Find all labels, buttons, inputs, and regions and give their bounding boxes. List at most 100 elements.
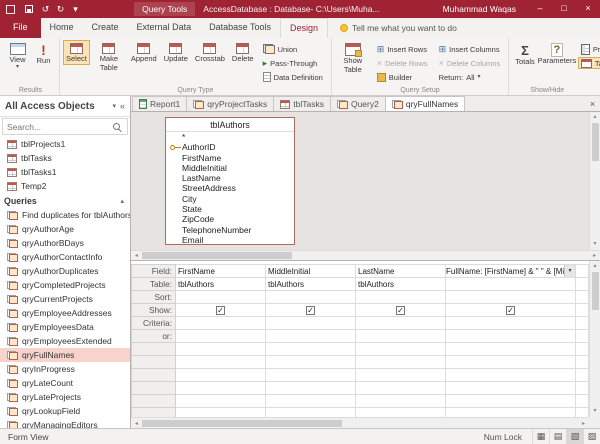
sidebar-item-qryLateCount[interactable]: qryLateCount [0, 376, 130, 390]
grid-empty-cell[interactable] [176, 382, 266, 395]
doc-tab-report1[interactable]: Report1 [132, 96, 187, 111]
field-cell-expression[interactable]: FullName: [FirstName] & " " & [MiddleIni… [446, 265, 576, 278]
field-item-zipcode[interactable]: ZipCode [166, 214, 294, 224]
scroll-up-icon[interactable]: ▴ [593, 112, 596, 123]
sort-cell[interactable] [266, 291, 356, 304]
field-cell[interactable]: MiddleInitial [266, 265, 356, 278]
nav-group-queries[interactable]: Queries▴ [0, 193, 130, 208]
delete-query-button[interactable]: Delete [229, 40, 257, 65]
show-cell[interactable]: ✓ [446, 304, 576, 317]
grid-empty-cell[interactable] [576, 356, 589, 369]
run-button[interactable]: ! Run [31, 40, 56, 67]
field-item-state[interactable]: State [166, 204, 294, 214]
parameters-button[interactable]: ? Parameters [539, 40, 575, 67]
sidebar-item-qryManagingEditors[interactable]: qryManagingEditors [0, 418, 130, 428]
grid-empty-cell[interactable] [576, 343, 589, 356]
grid-empty-cell[interactable] [356, 343, 446, 356]
view-dropdown-icon[interactable]: ▾ [16, 65, 19, 70]
sidebar-item-qryEmployeesExtended[interactable]: qryEmployeesExtended [0, 334, 130, 348]
field-item-telephonenumber[interactable]: TelephoneNumber [166, 225, 294, 235]
field-dropdown-icon[interactable]: ▾ [564, 265, 575, 277]
grid-empty-cell[interactable] [266, 343, 356, 356]
grid-empty-cell[interactable] [266, 408, 356, 418]
grid-empty-cell[interactable] [446, 408, 576, 418]
insert-columns-button[interactable]: ⊞ Insert Columns [436, 43, 504, 55]
scroll-right-icon[interactable]: ▸ [589, 252, 600, 259]
grid-empty-cell[interactable] [446, 382, 576, 395]
or-cell[interactable] [176, 330, 266, 343]
grid-empty-cell[interactable] [356, 395, 446, 408]
grid-empty-cell[interactable] [576, 369, 589, 382]
grid-empty-cell[interactable] [266, 395, 356, 408]
sidebar-item-qryLateProjects[interactable]: qryLateProjects [0, 390, 130, 404]
show-cell[interactable]: ✓ [176, 304, 266, 317]
grid-empty-cell[interactable] [356, 369, 446, 382]
field-item-city[interactable]: City [166, 194, 294, 204]
criteria-cell[interactable] [446, 317, 576, 330]
return-dropdown-icon[interactable]: ▾ [478, 75, 481, 80]
insert-rows-button[interactable]: ⊞ Insert Rows [374, 43, 431, 55]
show-checkbox[interactable]: ✓ [216, 306, 225, 315]
show-cell[interactable]: ✓ [356, 304, 446, 317]
builder-button[interactable]: Builder [374, 71, 431, 83]
scroll-up-icon[interactable]: ▴ [593, 261, 596, 272]
delete-columns-button[interactable]: × Delete Columns [436, 57, 504, 69]
grid-empty-cell[interactable] [576, 395, 589, 408]
sidebar-item-Temp2[interactable]: Temp2 [0, 179, 130, 193]
show-checkbox[interactable]: ✓ [306, 306, 315, 315]
grid-empty-cell[interactable] [446, 343, 576, 356]
scroll-down-icon[interactable]: ▾ [593, 406, 596, 417]
sql-view-button[interactable]: ▤ [549, 429, 566, 444]
field-cell-empty[interactable] [576, 265, 589, 278]
nav-search-box[interactable] [2, 118, 128, 135]
scroll-right-icon[interactable]: ▸ [578, 420, 589, 427]
grid-empty-cell[interactable] [266, 382, 356, 395]
search-input[interactable] [3, 122, 111, 132]
doc-tab-qryProjectTasks[interactable]: qryProjectTasks [186, 96, 274, 111]
show-checkbox[interactable]: ✓ [506, 306, 515, 315]
grid-vertical-scrollbar[interactable]: ▴ ▾ [589, 261, 600, 417]
grid-empty-cell[interactable] [176, 369, 266, 382]
union-button[interactable]: Union [260, 43, 326, 55]
scroll-left-icon[interactable]: ◂ [131, 420, 142, 427]
grid-empty-cell[interactable] [446, 356, 576, 369]
update-button[interactable]: Update [161, 40, 191, 65]
doc-tab-query2[interactable]: Query2 [330, 96, 386, 111]
save-button[interactable] [25, 5, 33, 13]
sort-cell[interactable] [176, 291, 266, 304]
table-names-button[interactable]: Table Names [578, 57, 600, 69]
sidebar-item-tblTasks[interactable]: tblTasks [0, 151, 130, 165]
maximize-button[interactable]: □ [552, 0, 576, 18]
nav-pane-header[interactable]: All Access Objects ▾ « [0, 96, 130, 117]
account-name[interactable]: Muhammad Waqas [443, 4, 516, 14]
sidebar-item-tblTasks1[interactable]: tblTasks1 [0, 165, 130, 179]
show-cell[interactable]: ✓ [266, 304, 356, 317]
table-cell[interactable]: tblAuthors [356, 278, 446, 291]
grid-empty-cell[interactable] [176, 343, 266, 356]
field-cell[interactable]: FirstName [176, 265, 266, 278]
table-pane-horizontal-scrollbar[interactable]: ◂ ▸ [131, 250, 600, 261]
show-checkbox[interactable]: ✓ [396, 306, 405, 315]
sidebar-item-qryInProgress[interactable]: qryInProgress [0, 362, 130, 376]
tab-design[interactable]: Design [280, 18, 328, 38]
grid-empty-cell[interactable] [266, 356, 356, 369]
scroll-thumb[interactable] [142, 420, 342, 427]
grid-empty-cell[interactable] [176, 356, 266, 369]
return-dropdown[interactable]: Return: All ▾ [436, 71, 504, 83]
field-item-authorid[interactable]: AuthorID [166, 142, 294, 152]
table-cell[interactable] [446, 278, 576, 291]
sidebar-item-find-duplicates[interactable]: Find duplicates for tblAuthors [0, 208, 130, 222]
table-cell-empty[interactable] [576, 278, 589, 291]
sidebar-item-qryAuthorAge[interactable]: qryAuthorAge [0, 222, 130, 236]
grid-empty-cell[interactable] [576, 408, 589, 418]
sidebar-item-qryCompletedProjects[interactable]: qryCompletedProjects [0, 278, 130, 292]
data-definition-button[interactable]: Data Definition [260, 71, 326, 83]
grid-empty-cell[interactable] [446, 395, 576, 408]
scroll-thumb[interactable] [142, 252, 292, 259]
sidebar-item-qryAuthorBDays[interactable]: qryAuthorBDays [0, 236, 130, 250]
scroll-down-icon[interactable]: ▾ [593, 239, 596, 250]
make-table-button[interactable]: Make Table [91, 40, 127, 73]
pass-through-button[interactable]: ▸ Pass-Through [260, 57, 326, 69]
tab-file[interactable]: File [0, 18, 41, 38]
criteria-cell[interactable] [176, 317, 266, 330]
